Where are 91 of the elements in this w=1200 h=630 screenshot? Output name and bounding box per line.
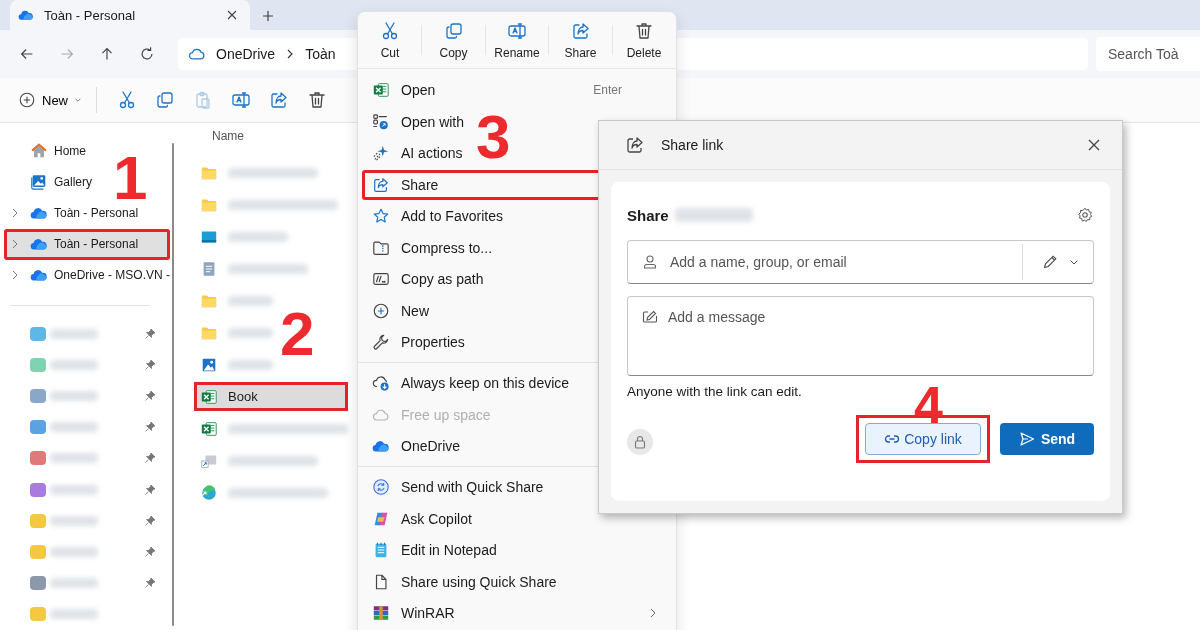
spreadsheet-icon <box>200 387 218 406</box>
wrench-icon <box>372 333 390 351</box>
permission-text: Anyone with the link can edit. <box>627 384 803 399</box>
pencil-icon[interactable] <box>1041 253 1059 271</box>
expand-chevron-icon[interactable] <box>10 239 20 250</box>
plus-circle-icon <box>372 301 390 320</box>
lock-icon[interactable] <box>627 429 653 455</box>
message-field[interactable]: Add a message <box>627 296 1094 376</box>
menu-item[interactable]: OneDrive <box>362 431 672 461</box>
sync-icon <box>372 478 390 496</box>
file-row[interactable]: Book <box>194 382 348 411</box>
blurred-folder-icon[interactable] <box>30 451 46 466</box>
search-field[interactable]: Search Toà <box>1096 37 1200 71</box>
dialog-title: Share link <box>661 137 725 153</box>
blurred-folder-icon[interactable] <box>30 513 46 528</box>
share-heading: Share <box>627 206 669 224</box>
image-icon <box>30 172 48 191</box>
expand-chevron-icon[interactable] <box>10 208 20 218</box>
shortcut-label: Enter <box>593 83 622 97</box>
app-list-icon <box>372 112 390 131</box>
scissors-icon[interactable] <box>117 90 137 110</box>
blurred-label <box>50 453 98 464</box>
cloud-download-icon <box>372 374 390 392</box>
column-header[interactable]: Name <box>178 129 350 147</box>
menu-item[interactable]: Edit in Notepad <box>362 535 672 565</box>
menu-item[interactable]: Send with Quick Share <box>362 472 672 502</box>
house-icon <box>30 141 48 160</box>
blurred-folder-icon[interactable] <box>30 576 46 591</box>
window-tab[interactable]: Toàn - Personal <box>10 0 250 30</box>
new-button[interactable]: New <box>12 87 88 113</box>
menu-item[interactable]: Share <box>362 169 672 200</box>
blurred-label <box>50 515 98 526</box>
blurred-folder-icon[interactable] <box>30 607 46 622</box>
share-icon <box>372 175 390 194</box>
send-icon <box>1018 431 1035 447</box>
copy-icon[interactable] <box>155 90 175 110</box>
nav-item[interactable]: OneDrive - MSO.VN - <box>4 259 174 291</box>
blurred-folder-icon[interactable] <box>30 420 46 435</box>
step-number: 2 <box>280 303 315 365</box>
menu-item[interactable]: Open Enter <box>362 75 672 105</box>
trash-icon[interactable] <box>307 90 327 110</box>
blurred-label <box>50 609 98 620</box>
close-icon[interactable] <box>1086 137 1102 153</box>
menu-item[interactable]: Share using Quick Share <box>362 566 672 597</box>
caret-icon[interactable] <box>1069 257 1079 267</box>
settings-icon[interactable] <box>1076 206 1094 224</box>
copy-icon <box>443 20 464 41</box>
step-number: 3 <box>476 106 511 168</box>
blurred-label <box>50 391 98 401</box>
nav-item[interactable]: Home <box>4 135 90 167</box>
trash-icon <box>634 20 654 41</box>
plus-circle-icon <box>18 91 36 109</box>
blurred-folder-icon[interactable] <box>30 326 46 341</box>
blurred-folder-icon[interactable] <box>30 482 46 497</box>
expand-chevron-icon[interactable] <box>10 270 20 281</box>
star-icon <box>372 207 390 225</box>
person-icon <box>642 254 658 270</box>
blurred-folder-icon[interactable] <box>30 389 46 403</box>
edit-note-icon <box>642 309 658 325</box>
scissors-icon <box>380 20 400 41</box>
close-icon[interactable] <box>226 9 238 21</box>
blurred-label <box>50 359 98 370</box>
globe-icon <box>200 483 218 502</box>
spreadsheet-icon <box>200 419 218 438</box>
caret-icon <box>74 96 82 104</box>
blurred-folder-icon[interactable] <box>30 357 46 372</box>
share-icon[interactable] <box>269 90 289 110</box>
rename-icon <box>507 20 527 41</box>
archive-icon <box>372 604 390 622</box>
send-button[interactable]: Send <box>1000 423 1094 455</box>
share-icon <box>625 135 645 155</box>
new-tab-icon[interactable] <box>262 10 274 22</box>
spreadsheet-icon <box>372 81 390 99</box>
nav-item[interactable]: Gallery <box>4 166 96 198</box>
message-input[interactable]: Add a message <box>668 309 1079 329</box>
blurred-label <box>50 547 98 557</box>
copy-link-button[interactable]: Copy link <box>865 423 981 455</box>
recipient-field[interactable]: Add a name, group, or email <box>627 240 1094 284</box>
breadcrumb[interactable]: OneDrive <box>216 46 276 62</box>
rename-icon[interactable] <box>231 90 251 110</box>
menu-item[interactable]: Ask Copilot <box>362 503 672 534</box>
menu-item[interactable]: WinRAR <box>362 598 672 628</box>
path-icon <box>372 270 390 288</box>
blurred-label <box>50 422 98 433</box>
breadcrumb[interactable]: Toàn <box>305 46 336 62</box>
sparkle-icon <box>372 144 390 162</box>
blurred-label <box>50 484 98 495</box>
step-number: 1 <box>113 147 148 209</box>
blurred-label <box>50 578 98 589</box>
blurred-label <box>50 328 98 339</box>
nav-item[interactable]: Toàn - Personal <box>4 228 170 260</box>
